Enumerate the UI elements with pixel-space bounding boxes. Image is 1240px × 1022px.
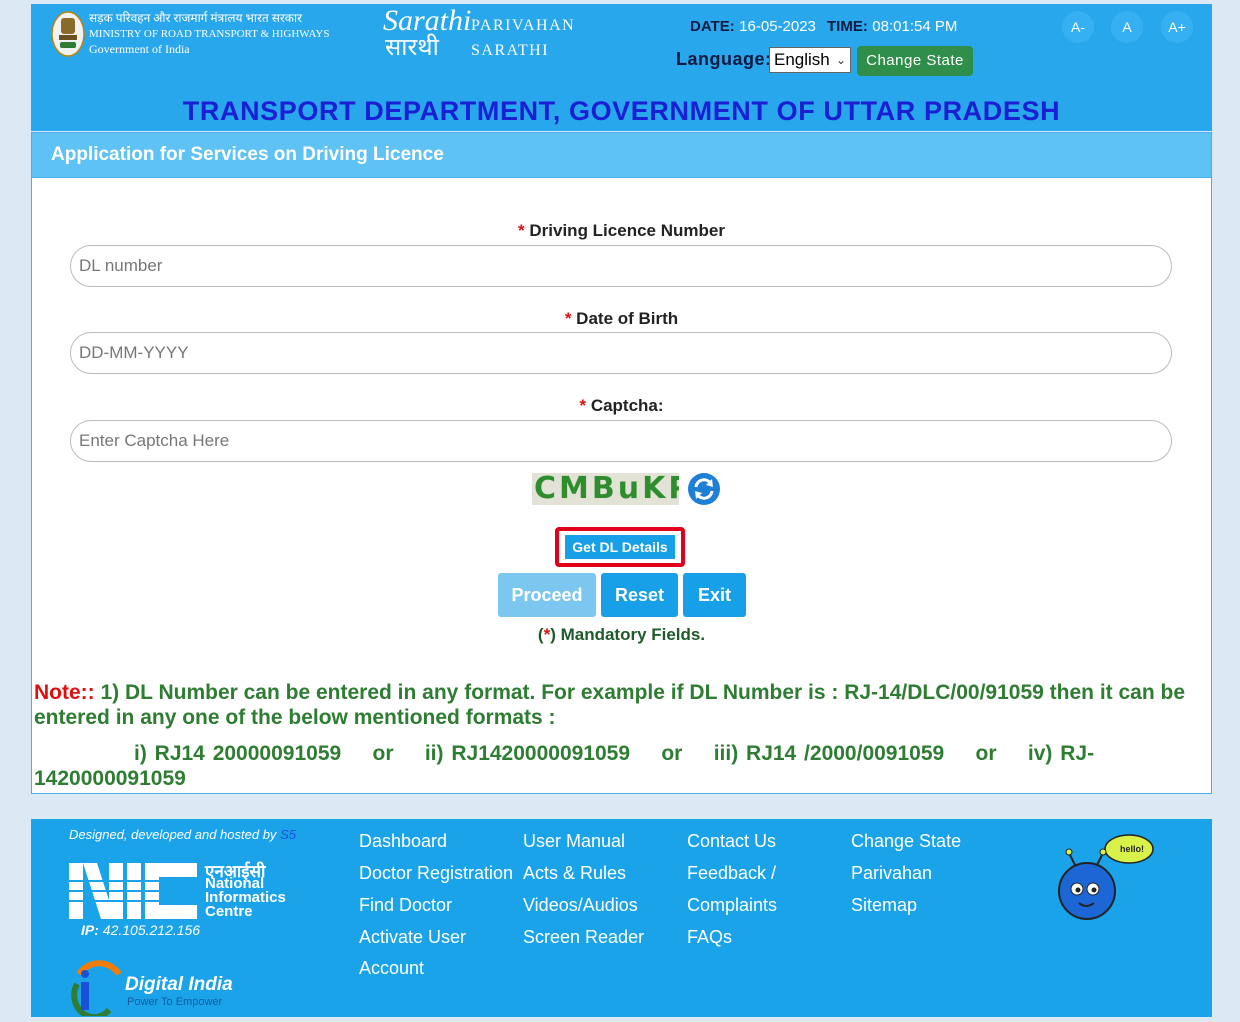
mandatory-text: ) Mandatory Fields. [550,625,706,644]
required-asterisk: * [564,309,572,328]
designed-by: Designed, developed and hosted by S5 [69,827,296,842]
nic-mark-icon [69,863,197,919]
date-label: DATE: [690,18,735,35]
footer-link-faqs[interactable]: FAQs [687,927,732,948]
captcha-text: CMBuKP [534,473,679,505]
dl-number-label: * Driving Licence Number [32,221,1211,241]
digital-india-logo: Digital India Power To Empower [69,954,289,1016]
brand-parivahan: PARIVAHAN [471,17,576,34]
footer-link-dashboard[interactable]: Dashboard [359,831,447,852]
language-select[interactable]: English ⌄ [769,47,851,73]
government-of-india: Government of India [89,42,190,56]
footer-link-user-manual[interactable]: User Manual [523,831,625,852]
designed-by-s5: S5 [280,827,296,842]
designed-by-text: Designed, developed and hosted by [69,827,277,842]
font-decrease-button[interactable]: A- [1062,11,1094,43]
chatbot-mascot[interactable]: hello! [1049,829,1159,929]
captcha-label-text: Captcha: [590,396,664,415]
site-header: सड़क परिवहन और राजमार्ग मंत्रालय भारत सर… [31,4,1212,131]
note-label: Note:: [34,681,95,704]
time-value: 08:01:54 PM [872,18,958,35]
department-title: TRANSPORT DEPARTMENT, GOVERNMENT OF UTTA… [182,96,1061,126]
get-dl-details-button[interactable]: Get DL Details [565,535,675,559]
note-body: 1) DL Number can be entered in any forma… [34,681,1186,729]
exit-button[interactable]: Exit [683,573,746,617]
footer-link-complaints[interactable]: Complaints [687,895,777,916]
site-footer: Designed, developed and hosted by S5 एनआ… [31,819,1212,1017]
captcha-label: * Captcha: [32,396,1211,416]
footer-link-doctor-registration[interactable]: Doctor Registration [359,863,513,884]
nic-line3: Centre [205,903,253,920]
date-value: 16-05-2023 [739,18,816,35]
ip-address: IP: 42.105.212.156 [81,922,200,938]
date-display: DATE: 16-05-2023 [690,18,816,36]
language-selected-value: English [774,50,830,69]
digital-india-tagline: Power To Empower [127,996,223,1008]
chatbot-hello-text: hello! [1120,844,1144,854]
dob-label-text: Date of Birth [576,309,679,328]
dob-input[interactable] [70,332,1172,374]
captcha-image: CMBuKP [532,473,679,505]
panel-title: Application for Services on Driving Lice… [51,144,444,165]
brand-sarathi: SARATHI [471,42,550,59]
reset-button[interactable]: Reset [601,573,678,617]
footer-link-activate-user[interactable]: Activate User [359,927,466,948]
sarathi-logo-text: Sarathi [383,4,472,37]
footer-link-feedback[interactable]: Feedback / [687,863,776,884]
panel-header: Application for Services on Driving Lice… [32,133,1211,178]
chevron-down-icon: ⌄ [835,53,846,67]
footer-link-parivahan[interactable]: Parivahan [851,863,932,884]
required-asterisk: * [518,221,525,240]
sarathi-logo: Sarathi सारथी [383,6,471,64]
mandatory-fields-note: (*) Mandatory Fields. [32,625,1211,645]
time-display: TIME: 08:01:54 PM [827,18,957,36]
dl-services-panel: Application for Services on Driving Lice… [31,132,1212,794]
proceed-button[interactable]: Proceed [498,573,596,617]
ip-label: IP: [81,922,99,938]
footer-link-sitemap[interactable]: Sitemap [851,895,917,916]
change-state-button[interactable]: Change State [857,46,973,76]
national-emblem-icon [51,11,85,57]
dl-number-label-text: Driving Licence Number [529,221,725,240]
footer-link-contact-us[interactable]: Contact Us [687,831,776,852]
language-label: Language: [676,49,772,69]
time-label: TIME: [827,18,868,35]
ministry-hindi-name: सड़क परिवहन और राजमार्ग मंत्रालय भारत सर… [89,11,302,25]
captcha-input[interactable] [70,420,1172,462]
ministry-english-name: MINISTRY OF ROAD TRANSPORT & HIGHWAYS [89,28,330,40]
footer-link-acts-rules[interactable]: Acts & Rules [523,863,626,884]
refresh-captcha-icon[interactable] [687,472,721,506]
sarathi-logo-hindi: सारथी [385,35,439,61]
footer-link-find-doctor[interactable]: Find Doctor [359,895,452,916]
dob-label: * Date of Birth [32,309,1211,329]
nic-logo: एनआईसी National Informatics Centre [69,859,299,923]
footer-link-videos-audios[interactable]: Videos/Audios [523,895,638,916]
footer-link-account[interactable]: Account [359,958,424,979]
note-text: Note:: 1) DL Number can be entered in an… [34,680,1204,730]
footer-link-change-state[interactable]: Change State [851,831,961,852]
digital-india-text: Digital India [125,974,233,995]
font-normal-button[interactable]: A [1111,11,1143,43]
font-increase-button[interactable]: A+ [1161,11,1193,43]
footer-link-screen-reader[interactable]: Screen Reader [523,927,644,948]
dl-format-examples: i) RJ14 20000091059 or ii) RJ14200000910… [34,742,1095,790]
ip-value: 42.105.212.156 [102,922,201,938]
dl-number-input[interactable] [70,245,1172,287]
required-asterisk: * [579,396,587,415]
digital-india-mark-icon [71,960,122,1016]
